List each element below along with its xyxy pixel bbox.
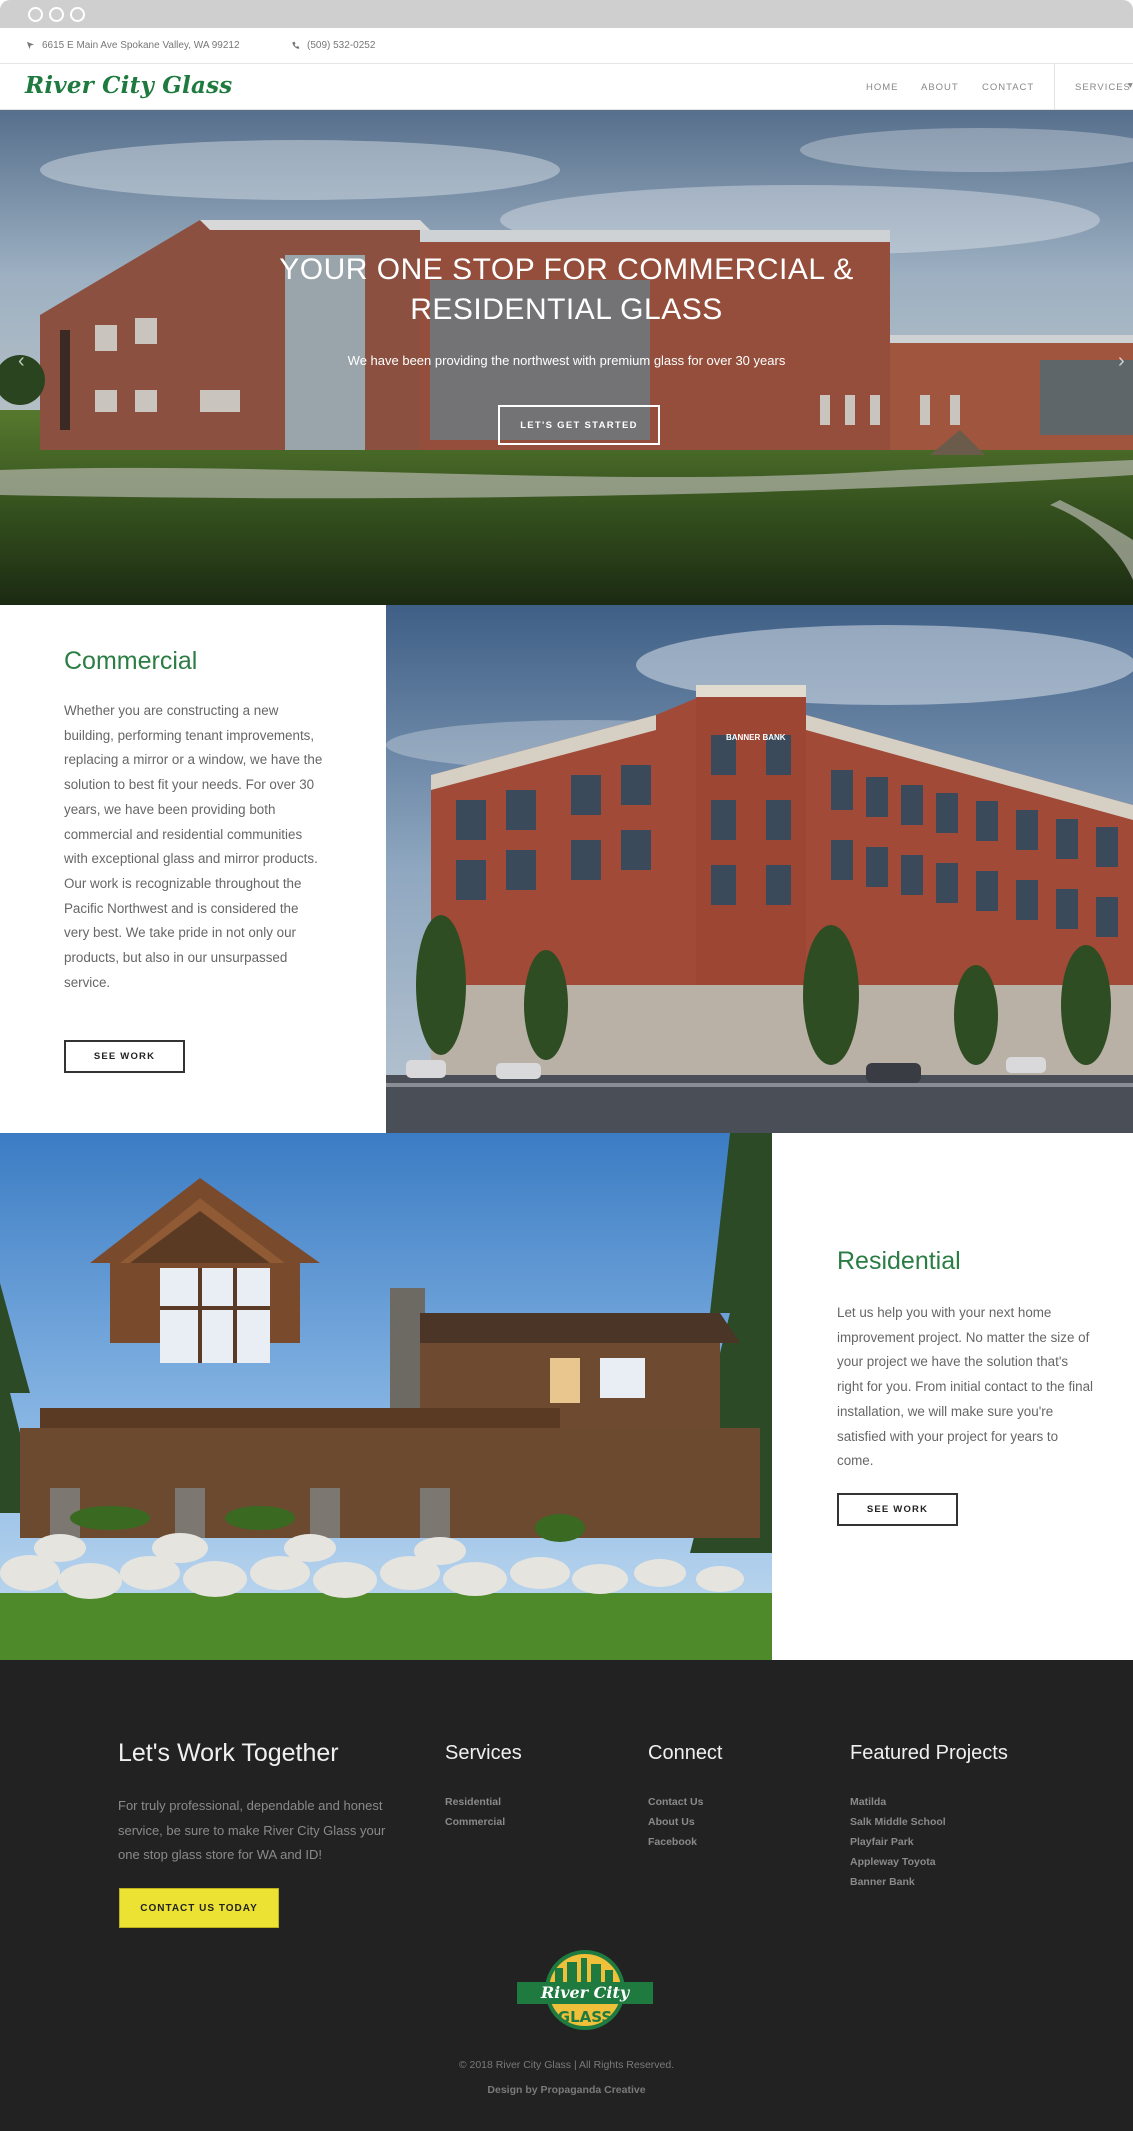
site-footer: Let's Work Together For truly profession…: [0, 1660, 1133, 2131]
phone-item[interactable]: (509) 532-0252: [291, 40, 375, 51]
hero-title: YOUR ONE STOP FOR COMMERCIAL & RESIDENTI…: [0, 250, 1133, 330]
residential-text-panel: Residential Let us help you with your ne…: [772, 1133, 1133, 1661]
footer-cta-body: For truly professional, dependable and h…: [118, 1798, 386, 1862]
phone-icon: [292, 41, 300, 49]
commercial-building-image: BANNER BANK: [386, 605, 1133, 1133]
commercial-body: Whether you are constructing a new build…: [64, 703, 323, 990]
location-arrow-icon: [26, 41, 35, 50]
commercial-text-panel: Commercial Whether you are constructing …: [0, 605, 386, 1133]
footer-link-salk-middle-school[interactable]: Salk Middle School: [850, 1812, 946, 1832]
hero-title-line1: YOUR ONE STOP FOR COMMERCIAL &: [279, 253, 854, 286]
site-logo[interactable]: River City Glass: [25, 72, 232, 99]
address-text: 6615 E Main Ave Spokane Valley, WA 99212: [42, 40, 240, 51]
hero-title-line2: RESIDENTIAL GLASS: [410, 293, 723, 326]
residential-title: Residential: [837, 1247, 961, 1275]
footer-link-appleway-toyota[interactable]: Appleway Toyota: [850, 1852, 946, 1872]
browser-chrome: [0, 0, 1133, 28]
window-minimize-dot-icon[interactable]: [49, 7, 64, 22]
residential-body: Let us help you with your next home impr…: [837, 1305, 1094, 1469]
contact-us-button[interactable]: CONTACT US TODAY: [119, 1888, 279, 1928]
chevron-down-icon[interactable]: ▾: [1128, 80, 1133, 91]
top-info-bar: 6615 E Main Ave Spokane Valley, WA 99212…: [0, 28, 1133, 64]
residential-house-image: [0, 1133, 772, 1661]
footer-link-about-us[interactable]: About Us: [648, 1812, 703, 1832]
get-started-button[interactable]: LET'S GET STARTED: [498, 405, 660, 445]
nav-home[interactable]: HOME: [866, 82, 899, 93]
footer-projects-links: Matilda Salk Middle School Playfair Park…: [850, 1792, 946, 1892]
footer-logo-line2: GLASS: [558, 2008, 612, 2026]
residential-see-work-button[interactable]: SEE WORK: [837, 1493, 958, 1526]
site-header: River City Glass HOME ABOUT CONTACT SERV…: [0, 64, 1133, 110]
window-maximize-dot-icon[interactable]: [70, 7, 85, 22]
address-item: 6615 E Main Ave Spokane Valley, WA 99212: [26, 40, 240, 51]
footer-link-facebook[interactable]: Facebook: [648, 1832, 703, 1852]
footer-logo[interactable]: River City GLASS: [515, 1950, 655, 2034]
commercial-see-work-button[interactable]: SEE WORK: [64, 1040, 185, 1073]
footer-link-commercial[interactable]: Commercial: [445, 1812, 505, 1832]
phone-text[interactable]: (509) 532-0252: [307, 40, 375, 51]
window-close-dot-icon[interactable]: [28, 7, 43, 22]
footer-link-matilda[interactable]: Matilda: [850, 1792, 946, 1812]
footer-link-playfair-park[interactable]: Playfair Park: [850, 1832, 946, 1852]
footer-copyright: © 2018 River City Glass | All Rights Res…: [458, 2059, 675, 2071]
hero-subtitle: We have been providing the northwest wit…: [347, 353, 786, 368]
footer-logo-line1: River City: [540, 1983, 631, 2002]
footer-link-residential[interactable]: Residential: [445, 1792, 505, 1812]
footer-link-contact-us[interactable]: Contact Us: [648, 1792, 703, 1812]
footer-credit[interactable]: Design by Propaganda Creative: [0, 2084, 1133, 2096]
footer-services-links: Residential Commercial: [445, 1792, 505, 1832]
nav-divider: [1054, 64, 1055, 110]
footer-connect-links: Contact Us About Us Facebook: [648, 1792, 703, 1852]
commercial-title: Commercial: [64, 647, 198, 675]
hero-section: ‹ › YOUR ONE STOP FOR COMMERCIAL & RESID…: [0, 110, 1133, 605]
footer-link-banner-bank[interactable]: Banner Bank: [850, 1872, 946, 1892]
footer-connect-title: Connect: [648, 1742, 723, 1764]
nav-about[interactable]: ABOUT: [921, 82, 959, 93]
footer-cta-title: Let's Work Together: [118, 1739, 339, 1767]
banner-bank-sign: BANNER BANK: [726, 733, 786, 742]
nav-services[interactable]: SERVICES: [1075, 82, 1131, 93]
nav-contact[interactable]: CONTACT: [982, 82, 1034, 93]
footer-services-title: Services: [445, 1742, 522, 1764]
footer-projects-title: Featured Projects: [850, 1742, 1008, 1764]
